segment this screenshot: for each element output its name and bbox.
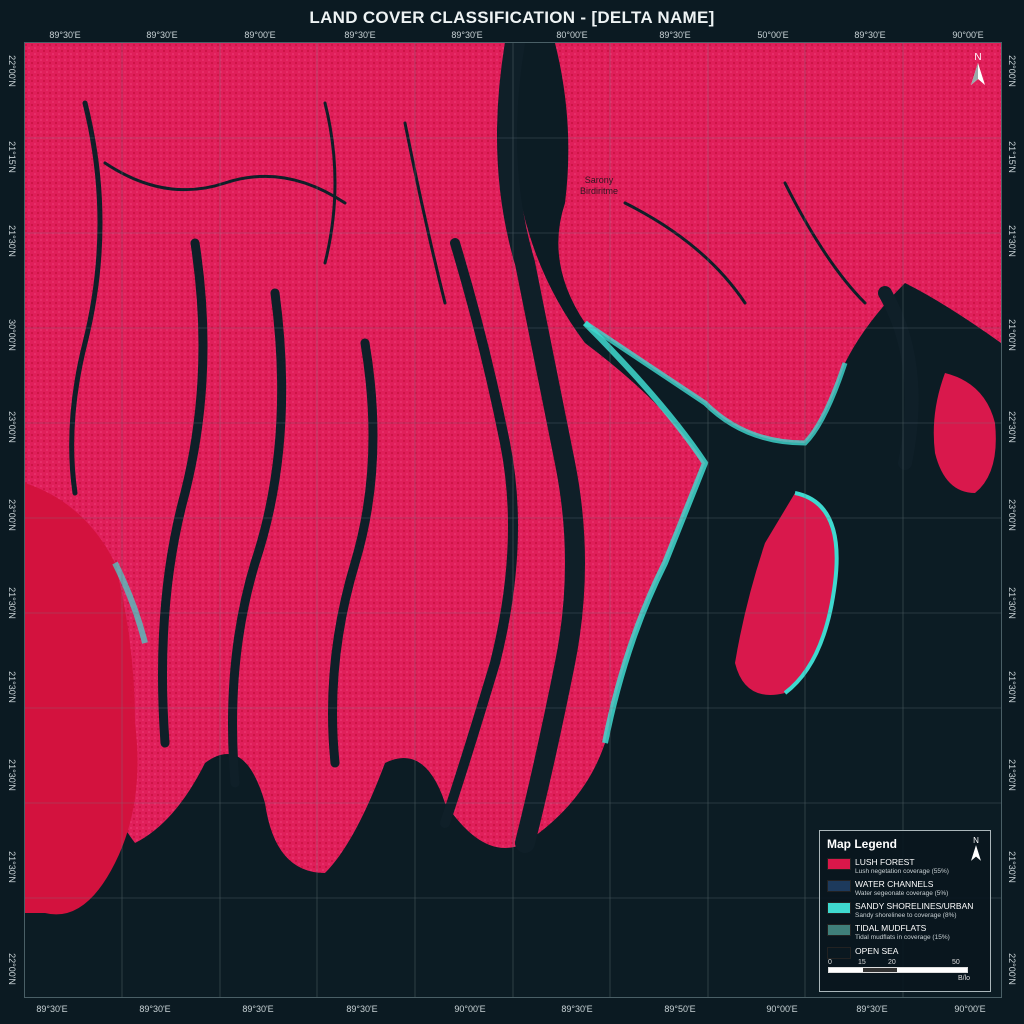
legend-north-label: N	[973, 836, 979, 845]
left-tick: 21°30'N	[7, 671, 17, 703]
top-tick: 90°00'E	[952, 30, 984, 40]
left-tick: 22°00'N	[7, 953, 17, 985]
top-tick: 50°00'E	[757, 30, 789, 40]
legend-sub: Tidal mudflats in coverage (15%)	[855, 934, 950, 941]
left-tick: 23°00'N	[7, 411, 17, 443]
legend-swatch	[827, 858, 851, 870]
left-tick: 21°30'N	[7, 759, 17, 791]
left-tick: 23°00'N	[7, 499, 17, 531]
bottom-tick: 89°30'E	[242, 1004, 274, 1014]
map-canvas: LAND COVER CLASSIFICATION - [DELTA NAME]	[0, 0, 1024, 1024]
left-tick: 21°30'N	[7, 587, 17, 619]
legend-item-forest: LUSH FOREST Lush negetation coverage (55…	[827, 857, 987, 880]
right-tick: 21°30'N	[1007, 671, 1017, 703]
right-tick: 23°00'N	[1007, 499, 1017, 531]
legend-swatch	[827, 880, 851, 892]
left-tick: 21°30'N	[7, 851, 17, 883]
legend-item-water: WATER CHANNELS Water segeonate coverage …	[827, 879, 987, 902]
legend-item-sea: OPEN SEA	[827, 946, 987, 969]
top-tick: 89°30'E	[451, 30, 483, 40]
bottom-tick: 89°50'E	[664, 1004, 696, 1014]
legend-sub: Lush negetation coverage (55%)	[855, 868, 949, 875]
scale-label: 0	[828, 959, 832, 966]
legend-title: Map Legend	[827, 837, 898, 851]
top-tick: 89°30'E	[344, 30, 376, 40]
right-tick: 21°00'N	[1007, 319, 1017, 351]
legend-label: SANDY SHORELINES/URBAN	[855, 901, 974, 911]
bottom-tick: 90°00'E	[766, 1004, 798, 1014]
scale-bar	[828, 967, 968, 973]
top-tick: 89°30'E	[659, 30, 691, 40]
right-tick: 21°30'N	[1007, 587, 1017, 619]
legend-label: TIDAL MUDFLATS	[855, 923, 927, 933]
legend-item-shore: SANDY SHORELINES/URBAN Sandy shorelinee …	[827, 901, 987, 924]
right-tick: 22°30'N	[1007, 411, 1017, 443]
legend-label: OPEN SEA	[855, 946, 899, 956]
top-tick: 89°30'E	[854, 30, 886, 40]
left-tick: 22°00'N	[7, 55, 17, 87]
top-tick: 89°00'E	[244, 30, 276, 40]
bottom-tick: 89°30'E	[561, 1004, 593, 1014]
right-tick: 22°00'N	[1007, 55, 1017, 87]
legend-sub: Water segeonate coverage (5%)	[855, 890, 949, 897]
scale-label: 15	[858, 959, 866, 966]
place-label: Sarony Birdiritme	[580, 175, 619, 196]
scale-unit: B/lo	[958, 975, 971, 982]
right-tick: 21°30'N	[1007, 759, 1017, 791]
left-tick: 21°30'N	[7, 225, 17, 257]
legend-label: WATER CHANNELS	[855, 879, 934, 889]
legend-label: LUSH FOREST	[855, 857, 915, 867]
legend-sub: Sandy shorelinee to coverage (8%)	[855, 912, 957, 919]
map-legend: Map Legend N LUSH FOREST Lush negetation…	[819, 830, 991, 992]
north-label: N	[974, 52, 982, 63]
north-arrow: N	[968, 52, 988, 90]
north-arrow-icon	[971, 63, 985, 85]
legend-swatch	[827, 924, 851, 936]
bottom-tick: 89°30'E	[856, 1004, 888, 1014]
top-tick: 89°30'E	[49, 30, 81, 40]
bottom-tick: 89°30'E	[346, 1004, 378, 1014]
right-tick: 21°15'N	[1007, 141, 1017, 173]
scale-label: 20	[888, 959, 896, 966]
left-tick: 30°00'N	[7, 319, 17, 351]
left-tick: 21°15'N	[7, 141, 17, 173]
top-tick: 89°30'E	[146, 30, 178, 40]
top-tick: 80°00'E	[556, 30, 588, 40]
legend-item-mudflat: TIDAL MUDFLATS Tidal mudflats in coverag…	[827, 923, 987, 946]
right-tick: 22°00'N	[1007, 953, 1017, 985]
legend-swatch	[827, 947, 851, 959]
bottom-tick: 89°30'E	[36, 1004, 68, 1014]
bottom-tick: 89°30'E	[139, 1004, 171, 1014]
right-tick: 21°30'N	[1007, 225, 1017, 257]
map-title: LAND COVER CLASSIFICATION - [DELTA NAME]	[309, 8, 715, 27]
right-tick: 21°30'N	[1007, 851, 1017, 883]
scale-label: 50	[952, 959, 960, 966]
bottom-tick: 90°00'E	[954, 1004, 986, 1014]
bottom-tick: 90°00'E	[454, 1004, 486, 1014]
legend-swatch	[827, 902, 851, 914]
